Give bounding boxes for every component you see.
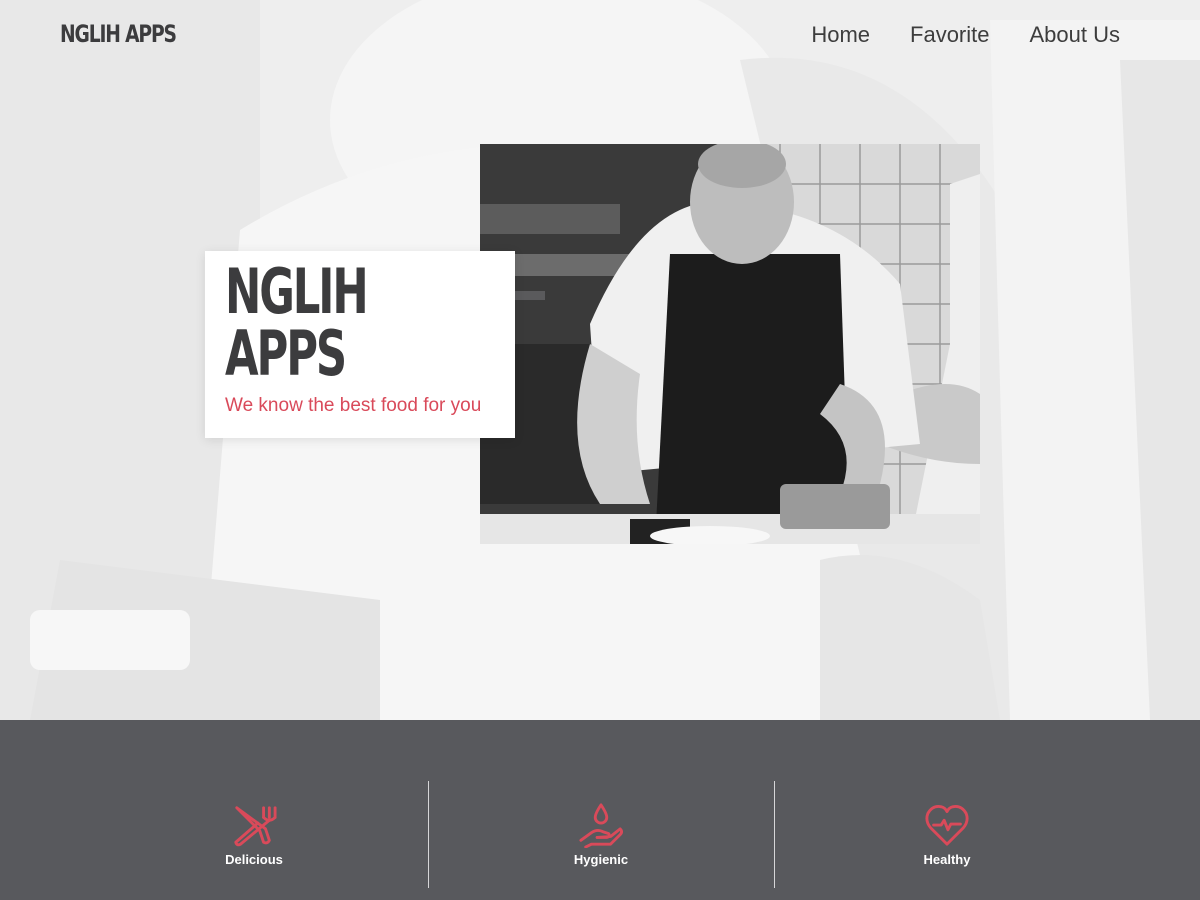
feature-divider-2 xyxy=(774,781,775,888)
hero-tagline: We know the best food for you xyxy=(225,395,482,416)
nav-link-home[interactable]: Home xyxy=(811,22,870,48)
feature-divider-1 xyxy=(428,781,429,888)
features-section: Delicious Hygienic Healthy xyxy=(0,720,1200,900)
hero-title: NGLIH APPS xyxy=(225,255,369,390)
hero-title-line-2: APPS xyxy=(225,317,347,390)
feature-healthy: Healthy xyxy=(887,802,1007,892)
chef-photo xyxy=(480,144,980,544)
main-nav: Home Favorite About Us xyxy=(811,22,1120,48)
feature-delicious: Delicious xyxy=(194,802,314,892)
hero-section: NGLIH APPS Home Favorite About Us NGLIH … xyxy=(0,0,1200,720)
feature-hygienic: Hygienic xyxy=(541,802,661,892)
hero-title-card: NGLIH APPS We know the best food for you xyxy=(205,251,515,438)
top-navigation-bar: NGLIH APPS Home Favorite About Us xyxy=(0,0,1200,72)
feature-label-healthy: Healthy xyxy=(923,852,971,867)
nav-link-about-us[interactable]: About Us xyxy=(1030,22,1121,48)
feature-label-delicious: Delicious xyxy=(225,852,283,867)
heart-pulse-icon xyxy=(925,805,969,846)
brand-logo[interactable]: NGLIH APPS xyxy=(60,20,177,48)
fork-knife-icon xyxy=(234,806,277,847)
hand-water-drop-icon xyxy=(579,803,624,848)
feature-label-hygienic: Hygienic xyxy=(573,852,629,867)
hero-title-line-1: NGLIH xyxy=(225,255,369,328)
nav-link-favorite[interactable]: Favorite xyxy=(910,22,989,48)
